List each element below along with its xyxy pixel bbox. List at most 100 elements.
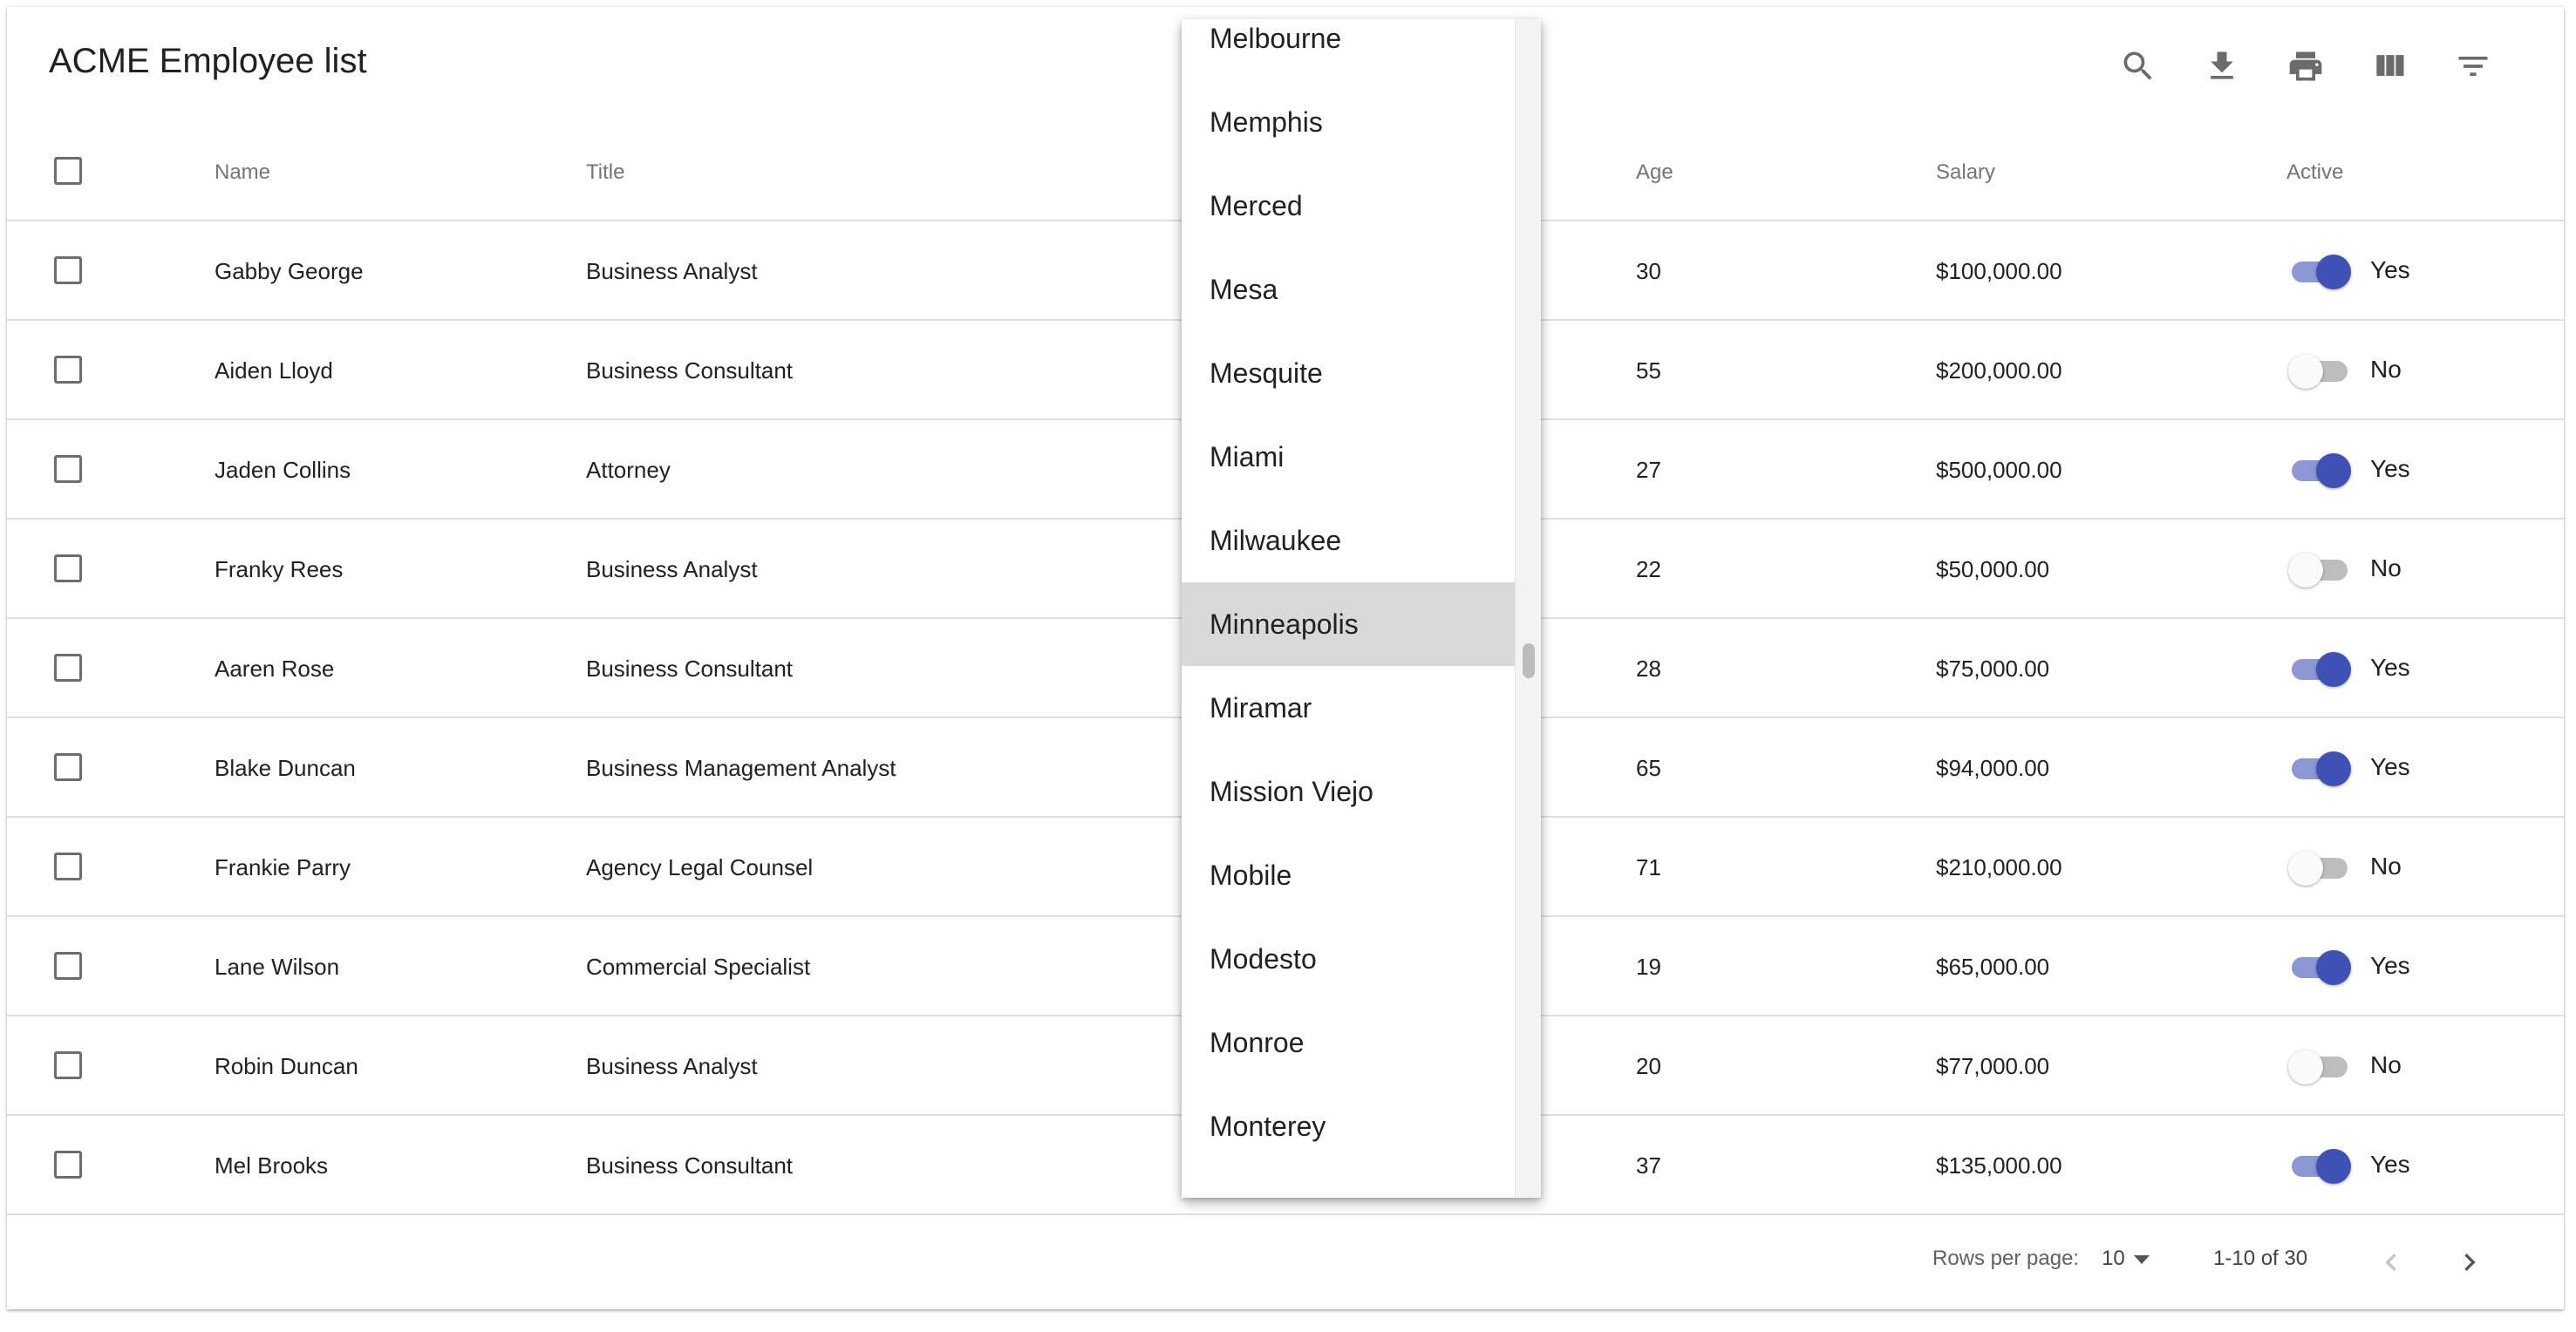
location-option[interactable]: Mesa xyxy=(1182,248,1515,331)
row-checkbox[interactable] xyxy=(54,356,82,384)
cell-salary: $65,000.00 xyxy=(1936,954,2050,980)
row-checkbox[interactable] xyxy=(54,1151,82,1179)
location-option[interactable]: Milwaukee xyxy=(1182,499,1515,582)
cell-age: 22 xyxy=(1636,556,1661,582)
filter-icon xyxy=(2458,57,2488,76)
previous-page-button[interactable] xyxy=(2365,1236,2417,1288)
cell-salary: $100,000.00 xyxy=(1936,258,2062,284)
location-option[interactable]: Monroe xyxy=(1182,1001,1515,1084)
filter-button[interactable] xyxy=(2449,42,2498,91)
print-button[interactable] xyxy=(2281,42,2330,91)
cell-title: Business Consultant xyxy=(586,357,794,384)
cell-salary: $94,000.00 xyxy=(1936,755,2050,781)
cell-salary: $200,000.00 xyxy=(1936,357,2062,384)
location-option[interactable]: Miami xyxy=(1182,415,1515,499)
active-toggle[interactable] xyxy=(2288,246,2351,295)
active-toggle[interactable] xyxy=(2288,643,2351,692)
column-header-age[interactable]: Age xyxy=(1636,160,1673,185)
cell-name: Jaden Collins xyxy=(215,457,351,483)
caret-down-icon xyxy=(2134,1254,2150,1264)
active-toggle[interactable] xyxy=(2288,345,2351,394)
view-columns-icon xyxy=(2376,55,2404,76)
active-label: Yes xyxy=(2370,1151,2410,1178)
dropdown-scrollbar[interactable] xyxy=(1515,19,1541,1198)
cell-salary: $500,000.00 xyxy=(1936,457,2062,483)
cell-salary: $77,000.00 xyxy=(1936,1053,2050,1079)
cell-name: Frankie Parry xyxy=(215,854,351,880)
location-option[interactable]: Mesquite xyxy=(1182,331,1515,415)
cell-age: 71 xyxy=(1636,854,1661,880)
cell-title: Business Management Analyst xyxy=(586,755,896,781)
active-toggle[interactable] xyxy=(2288,941,2351,990)
cell-title: Business Consultant xyxy=(586,1152,794,1179)
active-label: Yes xyxy=(2370,256,2410,283)
active-toggle[interactable] xyxy=(2288,544,2351,593)
location-option[interactable]: Mission Viejo xyxy=(1182,750,1515,833)
cell-age: 20 xyxy=(1636,1053,1661,1079)
location-option[interactable]: Melbourne xyxy=(1182,19,1515,80)
cell-name: Blake Duncan xyxy=(215,755,356,781)
row-checkbox[interactable] xyxy=(54,554,82,582)
row-checkbox[interactable] xyxy=(54,256,82,284)
cell-title: Business Consultant xyxy=(586,656,794,682)
next-page-button[interactable] xyxy=(2443,1236,2496,1288)
toggle-thumb xyxy=(2316,453,2351,488)
dropdown-scrollbar-thumb[interactable] xyxy=(1523,643,1535,678)
cell-salary: $75,000.00 xyxy=(1936,656,2050,682)
active-toggle[interactable] xyxy=(2288,1041,2351,1090)
column-header-salary[interactable]: Salary xyxy=(1936,160,1995,185)
location-option[interactable]: Minneapolis xyxy=(1182,582,1515,666)
rows-per-page-select[interactable]: 10 xyxy=(2102,1247,2150,1271)
search-icon xyxy=(2123,51,2152,80)
cell-title: Attorney xyxy=(586,457,671,483)
cell-name: Aiden Lloyd xyxy=(215,357,333,384)
print-icon xyxy=(2289,51,2322,81)
toggle-thumb xyxy=(2316,1149,2351,1184)
active-label: Yes xyxy=(2370,654,2410,681)
cell-title: Business Analyst xyxy=(586,1053,758,1079)
select-all-checkbox[interactable] xyxy=(54,157,82,185)
column-header-title[interactable]: Title xyxy=(586,160,624,185)
toggle-thumb xyxy=(2288,354,2323,389)
location-option[interactable]: Modesto xyxy=(1182,917,1515,1001)
download-button[interactable] xyxy=(2198,42,2246,91)
row-checkbox[interactable] xyxy=(54,952,82,980)
location-option[interactable]: Merced xyxy=(1182,164,1515,248)
cell-salary: $50,000.00 xyxy=(1936,556,2050,582)
row-checkbox[interactable] xyxy=(54,455,82,483)
toggle-thumb xyxy=(2288,1050,2323,1084)
active-label: Yes xyxy=(2370,753,2410,780)
rows-per-page-label: Rows per page: xyxy=(1932,1247,2080,1270)
cell-title: Business Analyst xyxy=(586,258,758,284)
view-columns-button[interactable] xyxy=(2365,42,2414,91)
row-checkbox[interactable] xyxy=(54,654,82,682)
toggle-thumb xyxy=(2316,652,2351,687)
table-title: ACME Employee list xyxy=(49,42,367,80)
active-label: Yes xyxy=(2370,455,2410,482)
column-header-name[interactable]: Name xyxy=(215,160,270,185)
pagination-range: 1-10 of 30 xyxy=(2213,1247,2308,1270)
toggle-thumb xyxy=(2316,950,2351,985)
active-toggle[interactable] xyxy=(2288,743,2351,792)
search-button[interactable] xyxy=(2114,42,2163,91)
location-option[interactable]: Miramar xyxy=(1182,666,1515,750)
active-toggle[interactable] xyxy=(2288,1140,2351,1189)
cell-age: 27 xyxy=(1636,457,1661,483)
table-footer: Rows per page: 10 1-10 of 30 xyxy=(7,1213,2564,1309)
location-option-list: Melbourne Memphis Merced Mesa Mesquite Miami M… xyxy=(1182,19,1515,1198)
active-label: No xyxy=(2370,356,2402,383)
active-toggle[interactable] xyxy=(2288,842,2351,891)
active-toggle[interactable] xyxy=(2288,445,2351,493)
location-option[interactable]: Memphis xyxy=(1182,80,1515,164)
location-option[interactable]: Montgomery xyxy=(1182,1168,1515,1198)
row-checkbox[interactable] xyxy=(54,1051,82,1079)
location-option[interactable]: Mobile xyxy=(1182,833,1515,917)
row-checkbox[interactable] xyxy=(54,753,82,781)
cell-name: Franky Rees xyxy=(215,556,344,582)
cell-title: Business Analyst xyxy=(586,556,758,582)
cell-title: Commercial Specialist xyxy=(586,954,811,980)
row-checkbox[interactable] xyxy=(54,853,82,880)
cell-age: 30 xyxy=(1636,258,1661,284)
column-header-active[interactable]: Active xyxy=(2286,160,2343,185)
location-option[interactable]: Monterey xyxy=(1182,1084,1515,1168)
